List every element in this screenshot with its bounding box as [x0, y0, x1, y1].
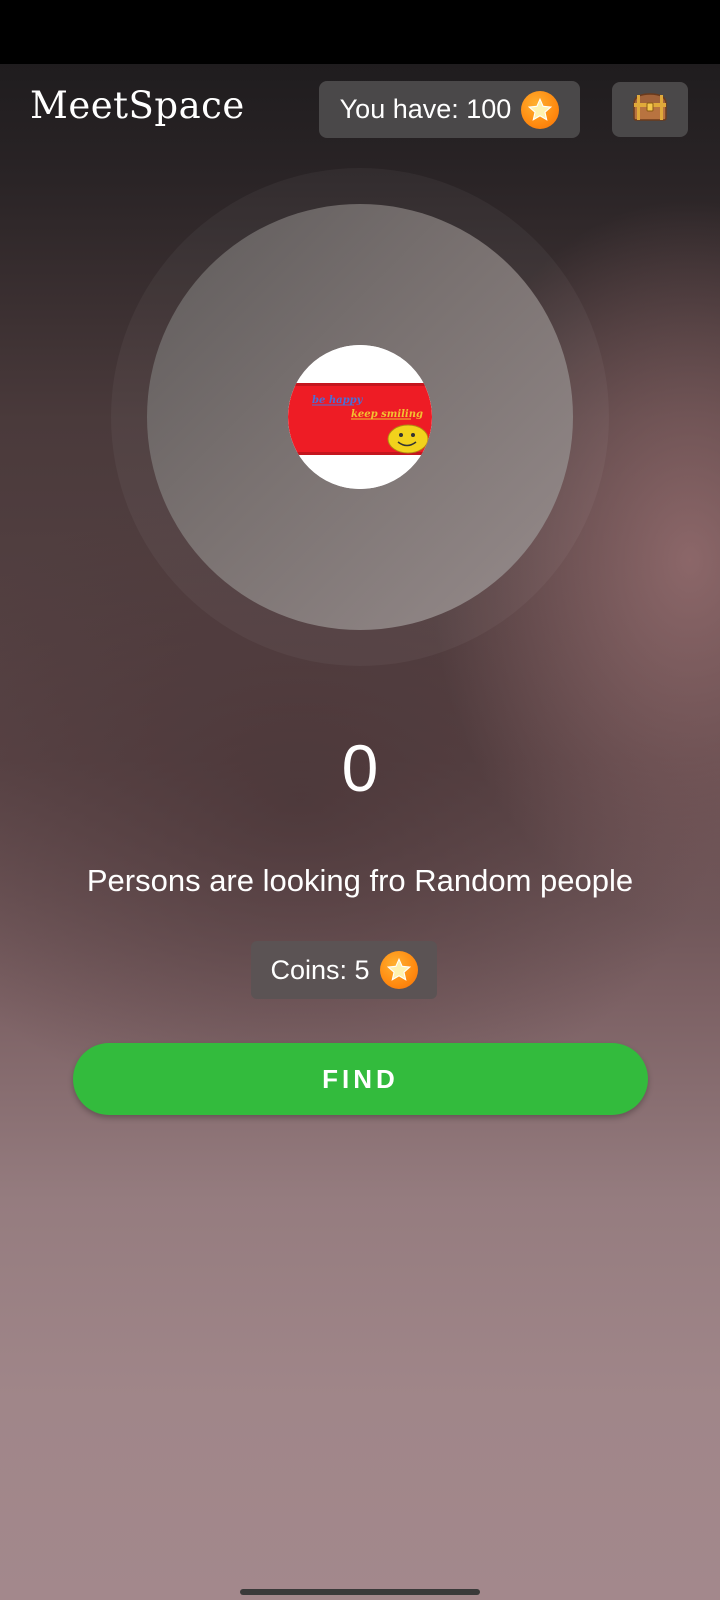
treasure-chest-button[interactable]: [612, 82, 688, 137]
star-coin-icon: [521, 90, 560, 129]
profile-image: be happy keep smiling: [288, 345, 432, 489]
home-indicator[interactable]: [240, 1589, 480, 1595]
star-coin-icon: [379, 951, 418, 989]
coin-balance-chip[interactable]: You have: 100: [319, 81, 580, 138]
smiley-face-icon: [387, 424, 429, 454]
search-cost-label: Coins: 5: [270, 954, 370, 985]
status-bar: [0, 0, 720, 64]
image-caption-top: be happy: [312, 395, 364, 406]
searching-count: 0: [341, 731, 379, 805]
app-title: MeetSpace: [30, 84, 245, 127]
balance-label: You have: 100: [339, 94, 512, 124]
find-button[interactable]: FIND: [73, 1043, 648, 1115]
searching-caption: Persons are looking fro Random people: [86, 863, 634, 898]
profile-avatar: be happy keep smiling: [288, 345, 432, 489]
search-cost-chip: Coins: 5: [251, 941, 437, 999]
treasure-chest-icon: [631, 91, 669, 128]
image-caption-bottom: keep smiling: [351, 409, 423, 420]
